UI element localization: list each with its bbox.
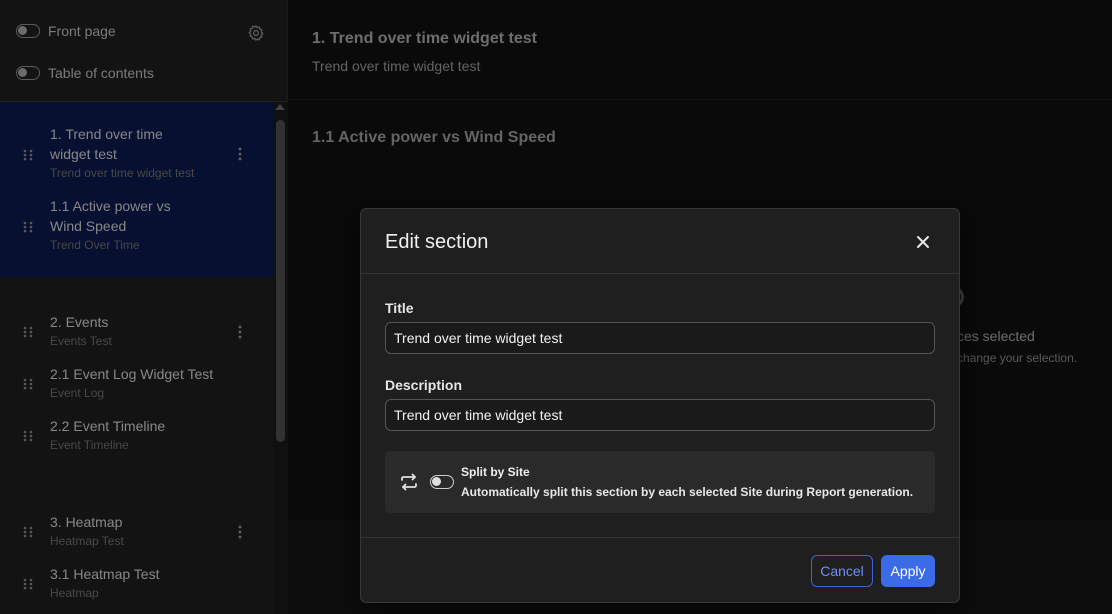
apply-button[interactable]: Apply <box>881 555 935 587</box>
close-icon[interactable] <box>915 234 931 250</box>
description-field-label: Description <box>385 377 463 393</box>
report-editor: Front page Table of contents 1. Trend ov… <box>0 0 1112 614</box>
edit-section-dialog: Edit section Title Description Split by … <box>360 208 960 603</box>
repeat-icon <box>401 473 417 491</box>
title-input[interactable] <box>385 322 935 354</box>
description-input[interactable] <box>385 399 935 431</box>
title-field-label: Title <box>385 300 414 316</box>
split-by-site-title: Split by Site <box>461 465 530 479</box>
dialog-header: Edit section <box>361 209 959 274</box>
split-by-site-option: Split by Site Automatically split this s… <box>385 451 935 513</box>
dialog-footer: Cancel Apply <box>361 537 959 603</box>
cancel-button[interactable]: Cancel <box>811 555 873 587</box>
dialog-title: Edit section <box>385 231 489 253</box>
split-by-site-description: Automatically split this section by each… <box>461 485 914 499</box>
split-by-site-toggle[interactable] <box>430 475 454 489</box>
